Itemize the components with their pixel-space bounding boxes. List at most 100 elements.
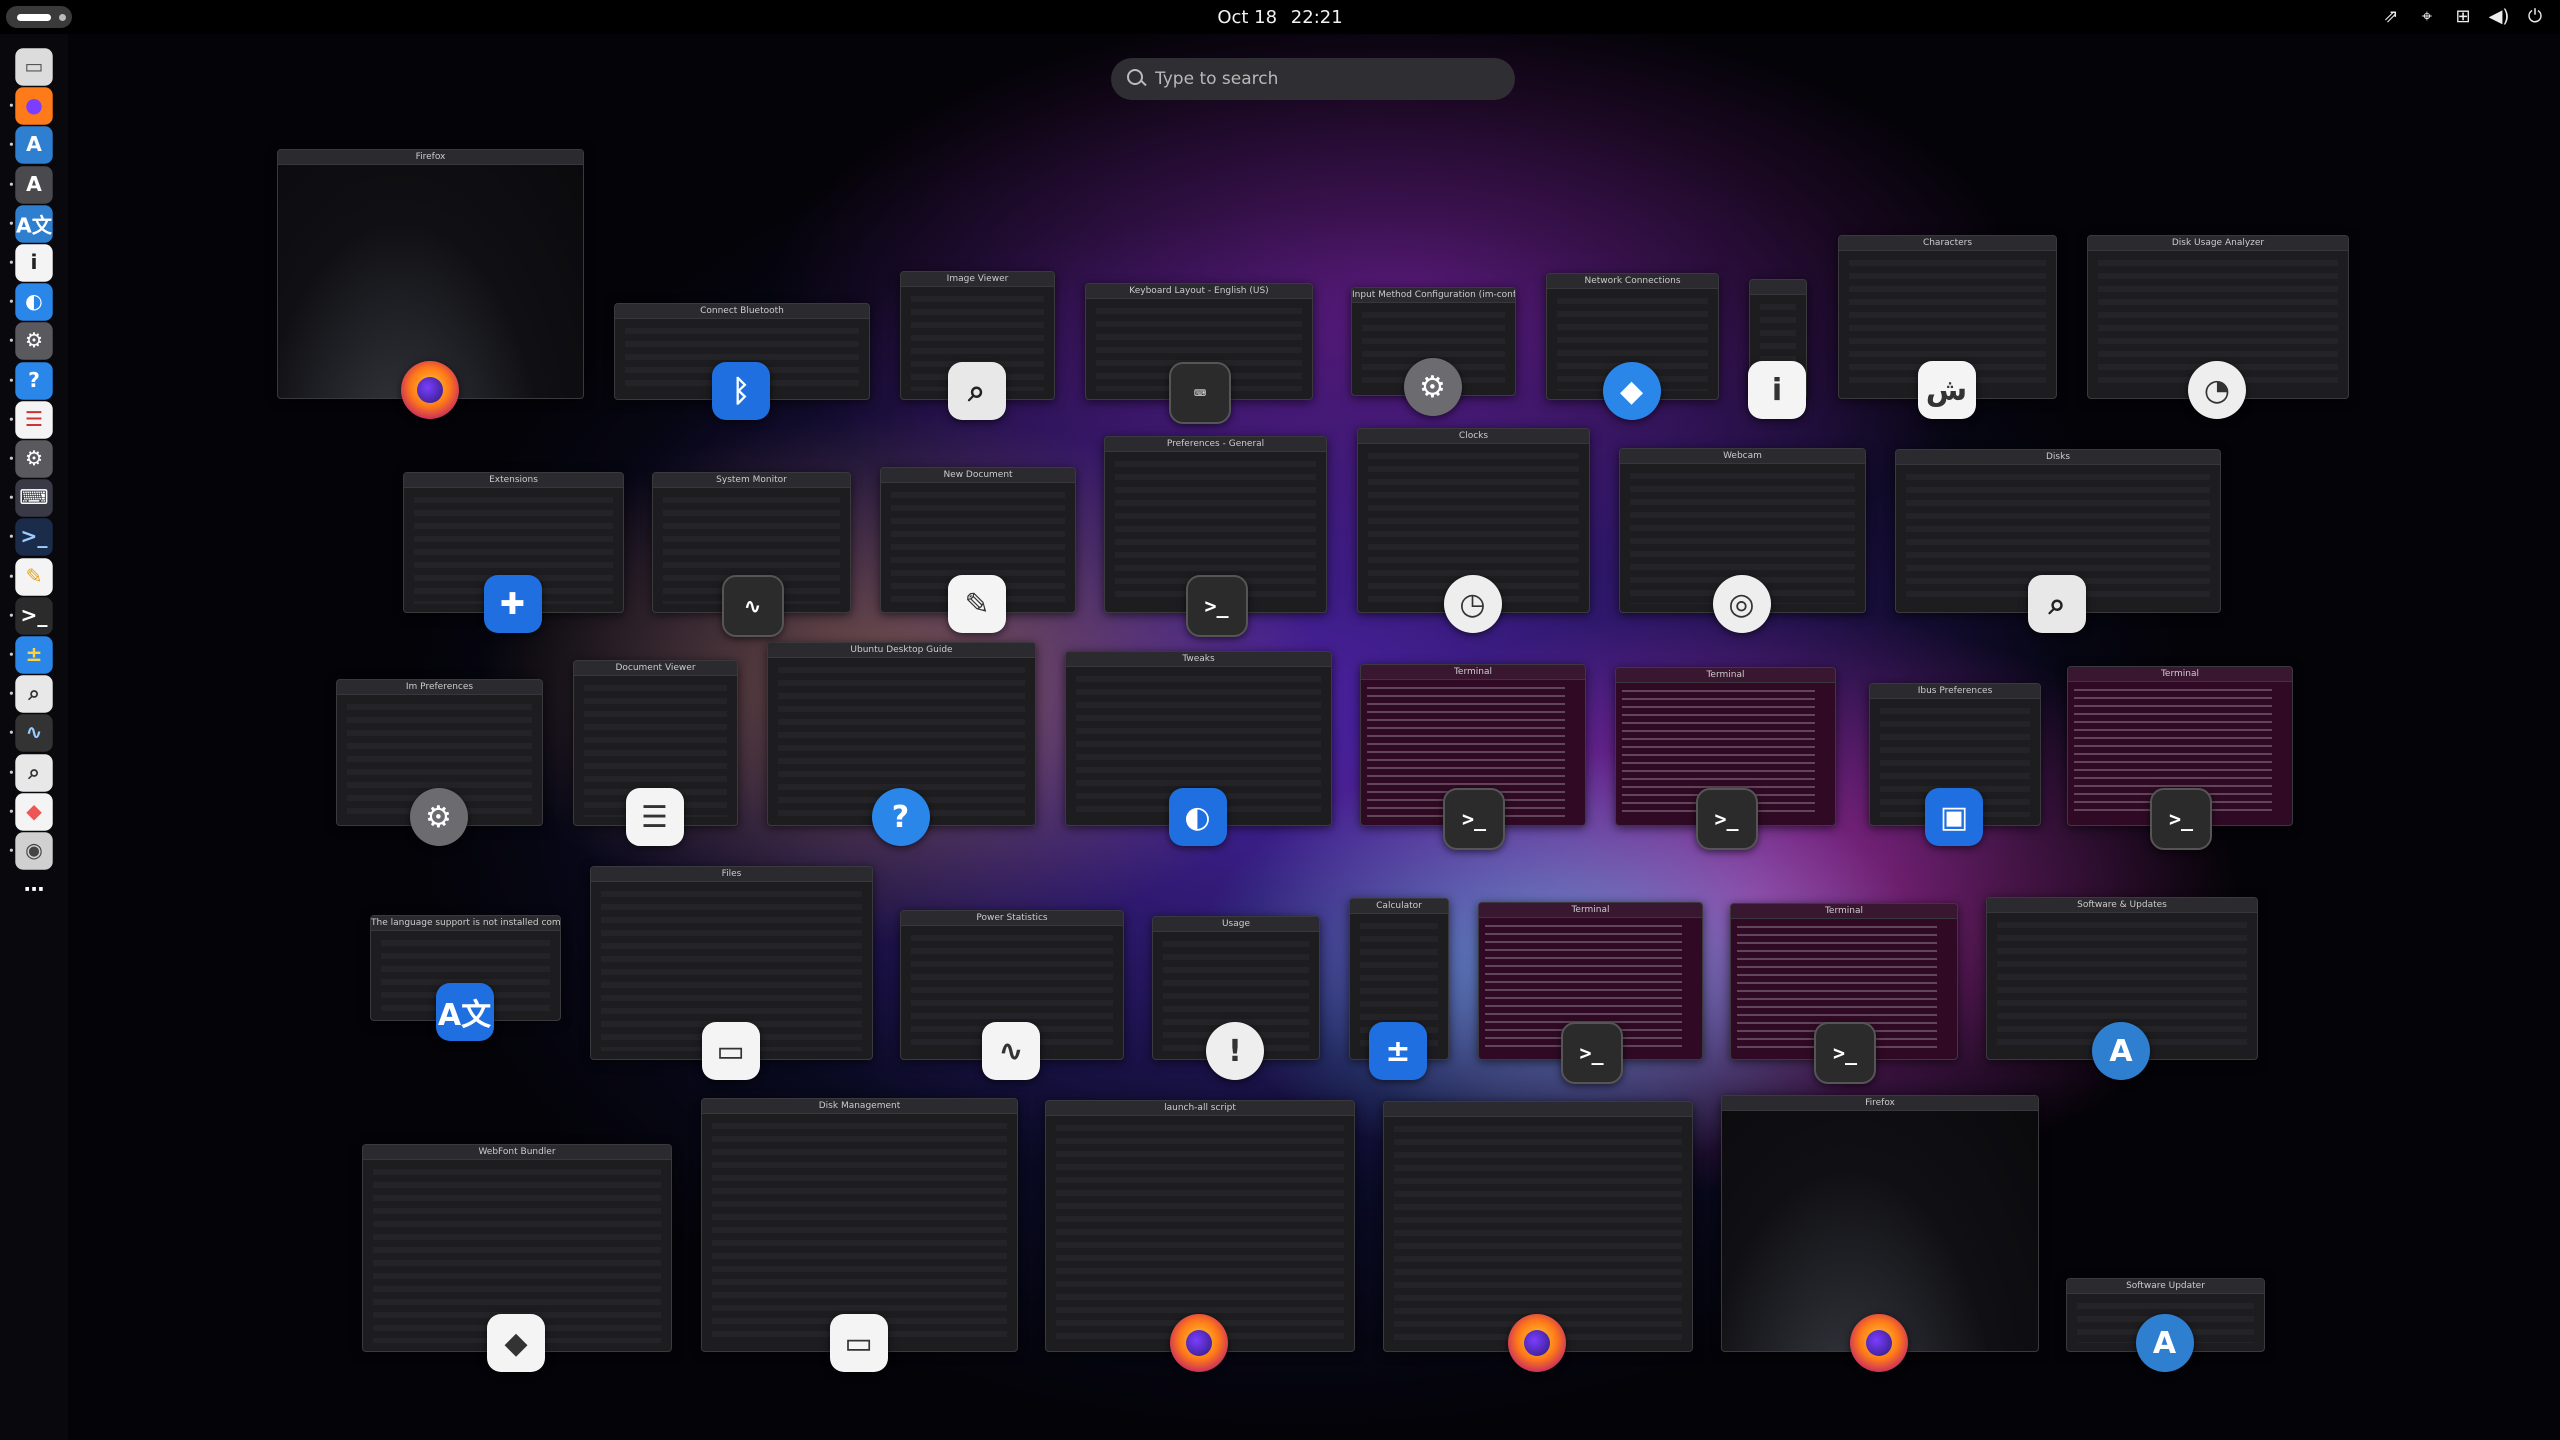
app-icon: ◐ <box>1168 788 1227 846</box>
app-icon-glyph: ∿ <box>998 1033 1024 1069</box>
search-input[interactable] <box>1153 64 1497 94</box>
network-wired-icon[interactable]: ⊞ <box>2452 6 2474 27</box>
window-titlebar: Disks <box>1896 450 2220 465</box>
location-icon[interactable]: ⌖ <box>2416 6 2438 27</box>
window-title: Software Updater <box>2126 1281 2205 1291</box>
window-titlebar: Terminal <box>2068 667 2292 682</box>
dock-item-help[interactable]: ? <box>9 361 53 400</box>
window-title: Terminal <box>1453 667 1493 677</box>
dock-item-settings-2[interactable]: ⚙ <box>9 440 53 478</box>
app-icon: >_ <box>2150 788 2212 850</box>
window-titlebar: Power Statistics <box>901 911 1123 926</box>
dock-item-settings[interactable]: ⚙ <box>9 322 53 361</box>
network-icon[interactable]: ⇗ <box>2380 6 2402 27</box>
window-title: Tweaks <box>1182 654 1215 664</box>
terminal-2-icon: >_ <box>20 525 48 550</box>
app-icon: ⌨ <box>1169 362 1231 424</box>
settings-icon: ⚙ <box>24 329 44 354</box>
window-title: Characters <box>1922 238 1973 248</box>
dock-item-show-apps[interactable]: ⋯ <box>15 871 52 908</box>
window-titlebar: Firefox <box>1722 1096 2038 1111</box>
window-titlebar: System Monitor <box>653 473 850 488</box>
window-title: Keyboard Layout - English (US) <box>1129 286 1269 296</box>
system-info-icon: i <box>30 251 38 275</box>
window-title: Disk Usage Analyzer <box>2171 238 2265 248</box>
window-title: Im Preferences <box>405 682 474 692</box>
app-icon: ◔ <box>2188 361 2246 419</box>
app-icon-glyph: ✚ <box>499 586 526 622</box>
dock-item-text-editor[interactable]: ✎ <box>9 557 53 596</box>
firefox-icon: ● <box>25 94 43 118</box>
app-icon <box>1170 1314 1228 1372</box>
app-icon: ∿ <box>982 1022 1040 1080</box>
dock-item-disks[interactable]: ◉ <box>9 832 53 870</box>
window-titlebar: Ubuntu Desktop Guide <box>768 643 1035 658</box>
window-titlebar: Ibus Preferences <box>1870 684 2040 699</box>
show-apps-icon: ⋯ <box>23 878 45 902</box>
settings-2-icon: ⚙ <box>24 447 44 471</box>
image-viewer-icon: ⌕ <box>28 682 40 706</box>
app-icon: ⚙ <box>1403 358 1462 416</box>
window-titlebar: Software Updater <box>2067 1279 2264 1294</box>
system-tray[interactable]: ⇗ ⌖ ⊞ ◀) ⏻ <box>2380 6 2546 27</box>
volume-icon[interactable]: ◀) <box>2488 6 2510 27</box>
dock-item-system-info[interactable]: i <box>9 244 53 282</box>
window-titlebar: Clocks <box>1358 429 1589 444</box>
dock-item-app-center[interactable]: ◆ <box>9 793 53 831</box>
window-title: Ibus Preferences <box>1917 686 1993 696</box>
app-icon <box>1508 1314 1566 1372</box>
app-icon-glyph: ◎ <box>1728 586 1755 622</box>
window-titlebar: Disk Usage Analyzer <box>2088 236 2348 251</box>
app-icon: ᛒ <box>712 362 770 420</box>
app-icon-glyph: ⚙ <box>425 799 452 835</box>
window-titlebar: Firefox <box>278 150 583 165</box>
app-icon: A <box>2135 1314 2194 1372</box>
dock-item-software-store[interactable]: A <box>9 126 53 165</box>
running-indicator <box>9 535 13 539</box>
app-icon: >_ <box>1443 788 1505 850</box>
app-icon-glyph: ▣ <box>1939 799 1969 835</box>
search-bar[interactable] <box>1111 58 1515 100</box>
running-indicator <box>9 613 13 617</box>
dock-item-image-viewer[interactable]: ⌕ <box>9 675 53 713</box>
window-title: Terminal <box>1706 670 1745 680</box>
files-icon: ▭ <box>24 55 44 79</box>
tweaks-icon: ◐ <box>25 290 43 314</box>
app-icon: ش <box>1917 361 1976 419</box>
running-indicator <box>9 809 13 813</box>
dock-item-disk-usage[interactable]: ⌕ <box>9 753 53 792</box>
dock-item-language-support[interactable]: A文 <box>9 205 53 243</box>
dock-item-terminal-2[interactable]: >_ <box>9 518 53 557</box>
app-icon: ☰ <box>625 788 684 846</box>
app-icon: ∿ <box>721 575 784 637</box>
app-icon-glyph: >_ <box>1204 594 1229 618</box>
window-title: Webcam <box>1723 451 1762 461</box>
dock-item-calculator[interactable]: ± <box>9 636 53 674</box>
dock: ▭ ● A A A文 i ◐ ⚙? ☰ ⚙ ⌨ >_ ✎ >_ ± ⌕ ∿ ⌕ ◆ ◉ ⋯ <box>0 34 68 1440</box>
app-icon: ▣ <box>1925 788 1983 846</box>
window-titlebar: Terminal <box>1361 665 1585 680</box>
dock-item-terminal[interactable]: >_ <box>9 597 53 635</box>
dock-item-system-monitor[interactable]: ∿ <box>9 714 53 753</box>
app-icon-glyph: ش <box>1925 372 1968 408</box>
app-icon: ⌕ <box>2028 575 2086 633</box>
dock-item-files[interactable]: ▭ <box>15 48 53 86</box>
dock-item-keyboard-layout[interactable]: ⌨ <box>9 479 53 517</box>
dock-item-document-viewer[interactable]: ☰ <box>9 401 53 439</box>
app-icon-glyph: A <box>2152 1325 2177 1361</box>
clock[interactable]: Oct 18 22:21 <box>0 7 2560 28</box>
dock-item-software-updater[interactable]: A <box>9 165 53 204</box>
app-icon-glyph: ± <box>1385 1033 1411 1069</box>
window-title: Preferences - General <box>1166 439 1265 449</box>
app-icon: >_ <box>1814 1022 1876 1084</box>
app-icon: ± <box>1369 1022 1427 1080</box>
running-indicator <box>9 417 13 421</box>
dock-item-firefox[interactable]: ● <box>9 87 53 125</box>
running-indicator <box>9 456 13 460</box>
window-title: Power Statistics <box>976 913 1048 923</box>
power-icon[interactable]: ⏻ <box>2524 6 2546 27</box>
window-titlebar: Image Viewer <box>901 272 1054 287</box>
app-icon-glyph: i <box>1771 372 1783 408</box>
app-icon: ▭ <box>829 1314 888 1372</box>
dock-item-tweaks[interactable]: ◐ <box>9 283 53 321</box>
